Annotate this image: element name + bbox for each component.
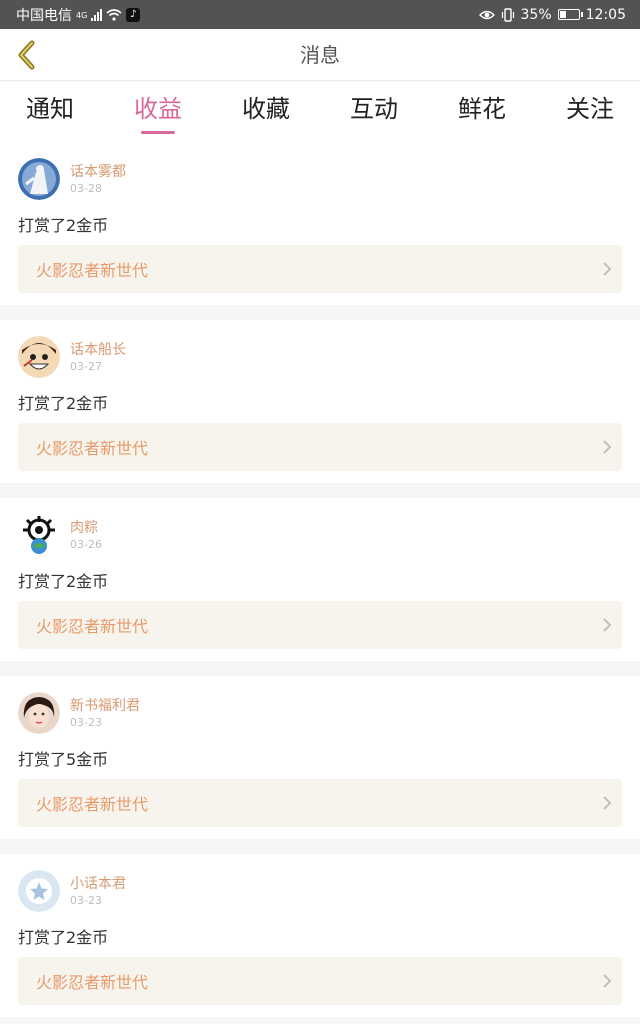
book-title: 火影忍者新世代 <box>36 617 149 636</box>
chevron-right-icon <box>592 245 622 293</box>
card-divider <box>0 305 640 320</box>
book-title: 火影忍者新世代 <box>36 261 149 280</box>
tab-label: 鲜花 <box>458 95 506 123</box>
tab-following[interactable]: 关注 <box>566 82 614 142</box>
message-date: 03-26 <box>70 538 102 551</box>
chevron-right-icon <box>592 957 622 1005</box>
tab-label: 收藏 <box>242 95 290 123</box>
battery-percent: 35% <box>520 6 552 23</box>
battery-icon <box>557 9 583 20</box>
status-left: 中国电信 4G ♪ <box>16 5 479 25</box>
message-list: 话本雾都 03-28 打赏了2金币 火影忍者新世代 话本船长 03-27 打赏了… <box>0 142 640 1024</box>
book-title: 火影忍者新世代 <box>36 439 149 458</box>
book-title: 火影忍者新世代 <box>36 973 149 992</box>
username[interactable]: 肉粽 <box>70 517 98 537</box>
chevron-left-icon <box>18 40 35 70</box>
tab-label: 关注 <box>566 95 614 123</box>
avatar[interactable] <box>18 870 60 912</box>
book-link[interactable]: 火影忍者新世代 <box>18 245 622 293</box>
eye-icon <box>478 10 495 19</box>
back-button[interactable] <box>8 37 44 73</box>
vibrate-icon <box>501 7 514 22</box>
message-card: 话本雾都 03-28 打赏了2金币 火影忍者新世代 <box>0 142 640 305</box>
book-link[interactable]: 火影忍者新世代 <box>18 423 622 471</box>
page-title: 消息 <box>300 43 340 67</box>
tab-label: 通知 <box>26 95 74 123</box>
tab-bar: 通知 收益 收藏 互动 鲜花 关注 <box>0 82 640 142</box>
status-right: 35% 12:05 <box>478 6 626 23</box>
card-divider <box>0 661 640 676</box>
tab-earnings[interactable]: 收益 <box>134 82 182 142</box>
signal-icon <box>91 8 103 21</box>
message-date: 03-23 <box>70 894 102 907</box>
avatar[interactable] <box>18 514 60 556</box>
avatar[interactable] <box>18 692 60 734</box>
tab-favorites[interactable]: 收藏 <box>242 82 290 142</box>
reward-text: 打赏了2金币 <box>18 928 109 947</box>
tiktok-icon: ♪ <box>126 7 141 22</box>
tab-label: 收益 <box>134 95 182 123</box>
book-title: 火影忍者新世代 <box>36 795 149 814</box>
nav-bar: 消息 <box>0 29 640 81</box>
avatar[interactable] <box>18 158 60 200</box>
chevron-right-icon <box>592 779 622 827</box>
card-divider <box>0 839 640 854</box>
tab-label: 互动 <box>350 95 398 123</box>
wifi-icon <box>106 8 122 21</box>
username[interactable]: 话本雾都 <box>70 161 126 181</box>
tab-flowers[interactable]: 鲜花 <box>458 82 506 142</box>
carrier-label: 中国电信 <box>16 7 72 24</box>
tab-notifications[interactable]: 通知 <box>26 82 74 142</box>
message-card: 新书福利君 03-23 打赏了5金币 火影忍者新世代 <box>0 676 640 839</box>
card-divider <box>0 483 640 498</box>
chevron-right-icon <box>592 423 622 471</box>
card-divider <box>0 1017 640 1024</box>
book-link[interactable]: 火影忍者新世代 <box>18 779 622 827</box>
reward-text: 打赏了2金币 <box>18 216 109 235</box>
message-date: 03-28 <box>70 182 102 195</box>
message-card: 小话本君 03-23 打赏了2金币 火影忍者新世代 <box>0 854 640 1017</box>
book-link[interactable]: 火影忍者新世代 <box>18 601 622 649</box>
reward-text: 打赏了2金币 <box>18 572 109 591</box>
book-link[interactable]: 火影忍者新世代 <box>18 957 622 1005</box>
username[interactable]: 小话本君 <box>70 873 126 893</box>
reward-text: 打赏了5金币 <box>18 750 109 769</box>
username[interactable]: 新书福利君 <box>70 695 140 715</box>
avatar[interactable] <box>18 336 60 378</box>
clock: 12:05 <box>585 6 626 23</box>
chevron-right-icon <box>592 601 622 649</box>
reward-text: 打赏了2金币 <box>18 394 109 413</box>
network-label: 4G <box>76 10 88 20</box>
username[interactable]: 话本船长 <box>70 339 126 359</box>
message-date: 03-23 <box>70 716 102 729</box>
tab-interactions[interactable]: 互动 <box>350 82 398 142</box>
status-bar: 中国电信 4G ♪ 35% 12:05 <box>0 0 640 29</box>
message-card: 肉粽 03-26 打赏了2金币 火影忍者新世代 <box>0 498 640 661</box>
active-tab-indicator <box>141 131 175 134</box>
message-date: 03-27 <box>70 360 102 373</box>
message-card: 话本船长 03-27 打赏了2金币 火影忍者新世代 <box>0 320 640 483</box>
